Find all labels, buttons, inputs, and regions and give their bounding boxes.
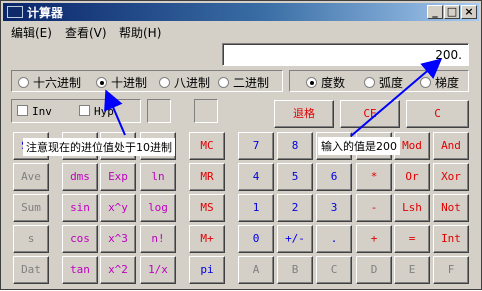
calculator-window: 计算器 _ □ × 编辑(E) 查看(V) 帮助(H) 200. 十六进制 十进…	[0, 0, 482, 290]
base-note-arrow	[104, 89, 126, 136]
annotation-arrows	[104, 58, 443, 137]
input-note-arrow	[350, 58, 443, 137]
